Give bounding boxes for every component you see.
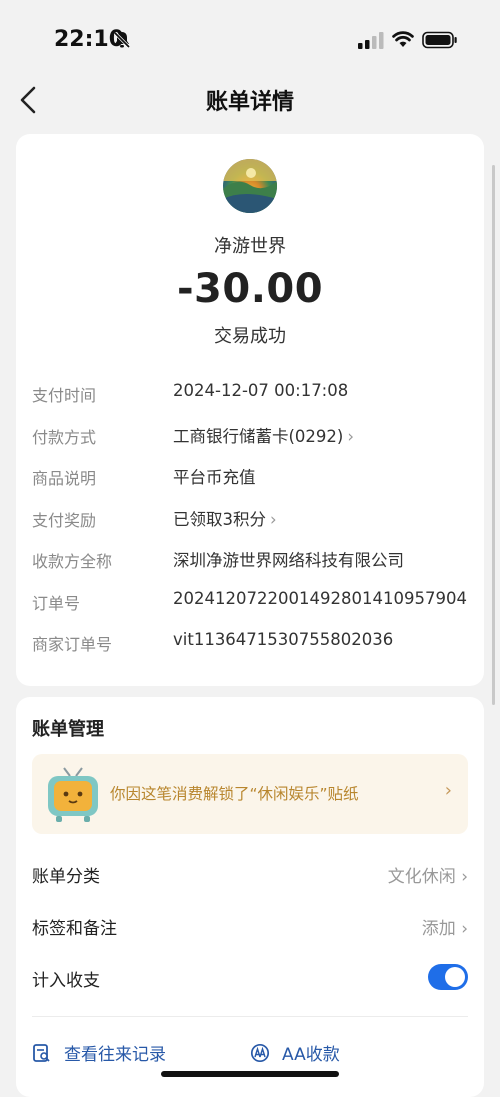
divider xyxy=(32,1016,468,1017)
detail-label: 支付时间 xyxy=(32,386,97,405)
aa-collect-button[interactable]: AA收款 xyxy=(250,1040,340,1065)
detail-value: 平台币充值 xyxy=(173,468,256,487)
banner-text: 你因这笔消费解锁了“休闲娱乐”贴纸 xyxy=(110,785,359,803)
wifi-icon xyxy=(392,30,414,52)
detail-label: 支付奖励 xyxy=(32,510,97,530)
category-label: 账单分类 xyxy=(32,867,100,887)
navigation-bar: 账单详情 xyxy=(0,78,500,122)
detail-row-merchant-order: 商家订单号 vit1136471530755802036 xyxy=(32,623,472,665)
status-bar: 22:10 xyxy=(0,0,500,80)
cellular-signal-icon xyxy=(358,32,384,54)
transaction-status: 交易成功 xyxy=(214,326,286,347)
detail-label: 商家订单号 xyxy=(32,635,113,654)
detail-row-reward[interactable]: 支付奖励 已领取3积分 › xyxy=(32,499,472,541)
tags-label: 标签和备注 xyxy=(32,919,117,939)
page-title: 账单详情 xyxy=(205,90,294,115)
section-title: 账单管理 xyxy=(32,719,104,740)
tv-mascot-icon xyxy=(42,762,104,826)
tags-value: 添加 xyxy=(421,919,456,939)
aa-collect-label: AA收款 xyxy=(282,1045,340,1065)
detail-row-pay-time: 支付时间 2024-12-07 00:17:08 xyxy=(32,374,472,416)
battery-icon xyxy=(422,31,458,53)
home-indicator[interactable] xyxy=(161,1071,339,1077)
detail-value: vit1136471530755802036 xyxy=(173,630,394,649)
detail-list: 支付时间 2024-12-07 00:17:08 付款方式 工商银行储蓄卡(02… xyxy=(32,374,472,665)
tags-notes-row[interactable]: 标签和备注 添加 › xyxy=(32,906,468,946)
detail-value: 深圳净游世界网络科技有限公司 xyxy=(173,551,404,570)
view-records-label: 查看往来记录 xyxy=(64,1045,166,1065)
scrollbar[interactable] xyxy=(492,165,495,705)
detail-label: 订单号 xyxy=(32,593,81,613)
aa-icon xyxy=(250,1043,270,1062)
chevron-right-icon: › xyxy=(461,867,468,887)
count-in-income-row: 计入收支 xyxy=(32,958,468,998)
record-search-icon xyxy=(33,1043,50,1062)
bell-muted-icon xyxy=(112,30,132,54)
transaction-card: 净游世界 -30.00 交易成功 支付时间 2024-12-07 00:17:0… xyxy=(16,134,484,686)
detail-label: 商品说明 xyxy=(32,469,97,488)
chevron-right-icon: › xyxy=(270,509,277,529)
bill-management-card: 账单管理 你因这笔消费解锁了“休闲娱乐”贴纸 › 账单分类 文化休闲 › 标签和… xyxy=(16,697,484,1097)
chevron-right-icon: › xyxy=(461,919,468,939)
toggle-knob xyxy=(445,967,465,987)
chevron-right-icon: › xyxy=(444,780,452,801)
merchant-avatar[interactable] xyxy=(223,159,277,213)
sticker-unlock-banner[interactable]: 你因这笔消费解锁了“休闲娱乐”贴纸 › xyxy=(32,754,468,834)
chevron-right-icon: › xyxy=(347,426,354,446)
bill-category-row[interactable]: 账单分类 文化休闲 › xyxy=(32,854,468,894)
detail-value: 工商银行储蓄卡(0292) xyxy=(173,426,344,446)
detail-row-payee: 收款方全称 深圳净游世界网络科技有限公司 xyxy=(32,540,472,582)
count-label: 计入收支 xyxy=(32,971,100,991)
merchant-name: 净游世界 xyxy=(214,236,286,257)
detail-row-order-number: 订单号 2024120722001492801410957904 xyxy=(32,582,472,624)
view-records-button[interactable]: 查看往来记录 xyxy=(32,1040,166,1065)
category-value: 文化休闲 xyxy=(387,867,456,887)
detail-value: 2024120722001492801410957904 xyxy=(173,588,467,608)
detail-value: 2024-12-07 00:17:08 xyxy=(173,381,349,400)
detail-value: 已领取3积分 xyxy=(173,509,266,529)
transaction-amount: -30.00 xyxy=(176,266,324,312)
detail-label: 收款方全称 xyxy=(32,552,113,571)
detail-label: 付款方式 xyxy=(32,427,97,447)
detail-row-payment-method[interactable]: 付款方式 工商银行储蓄卡(0292) › xyxy=(32,416,472,458)
detail-row-product: 商品说明 平台币充值 xyxy=(32,457,472,499)
count-toggle[interactable] xyxy=(428,964,468,990)
